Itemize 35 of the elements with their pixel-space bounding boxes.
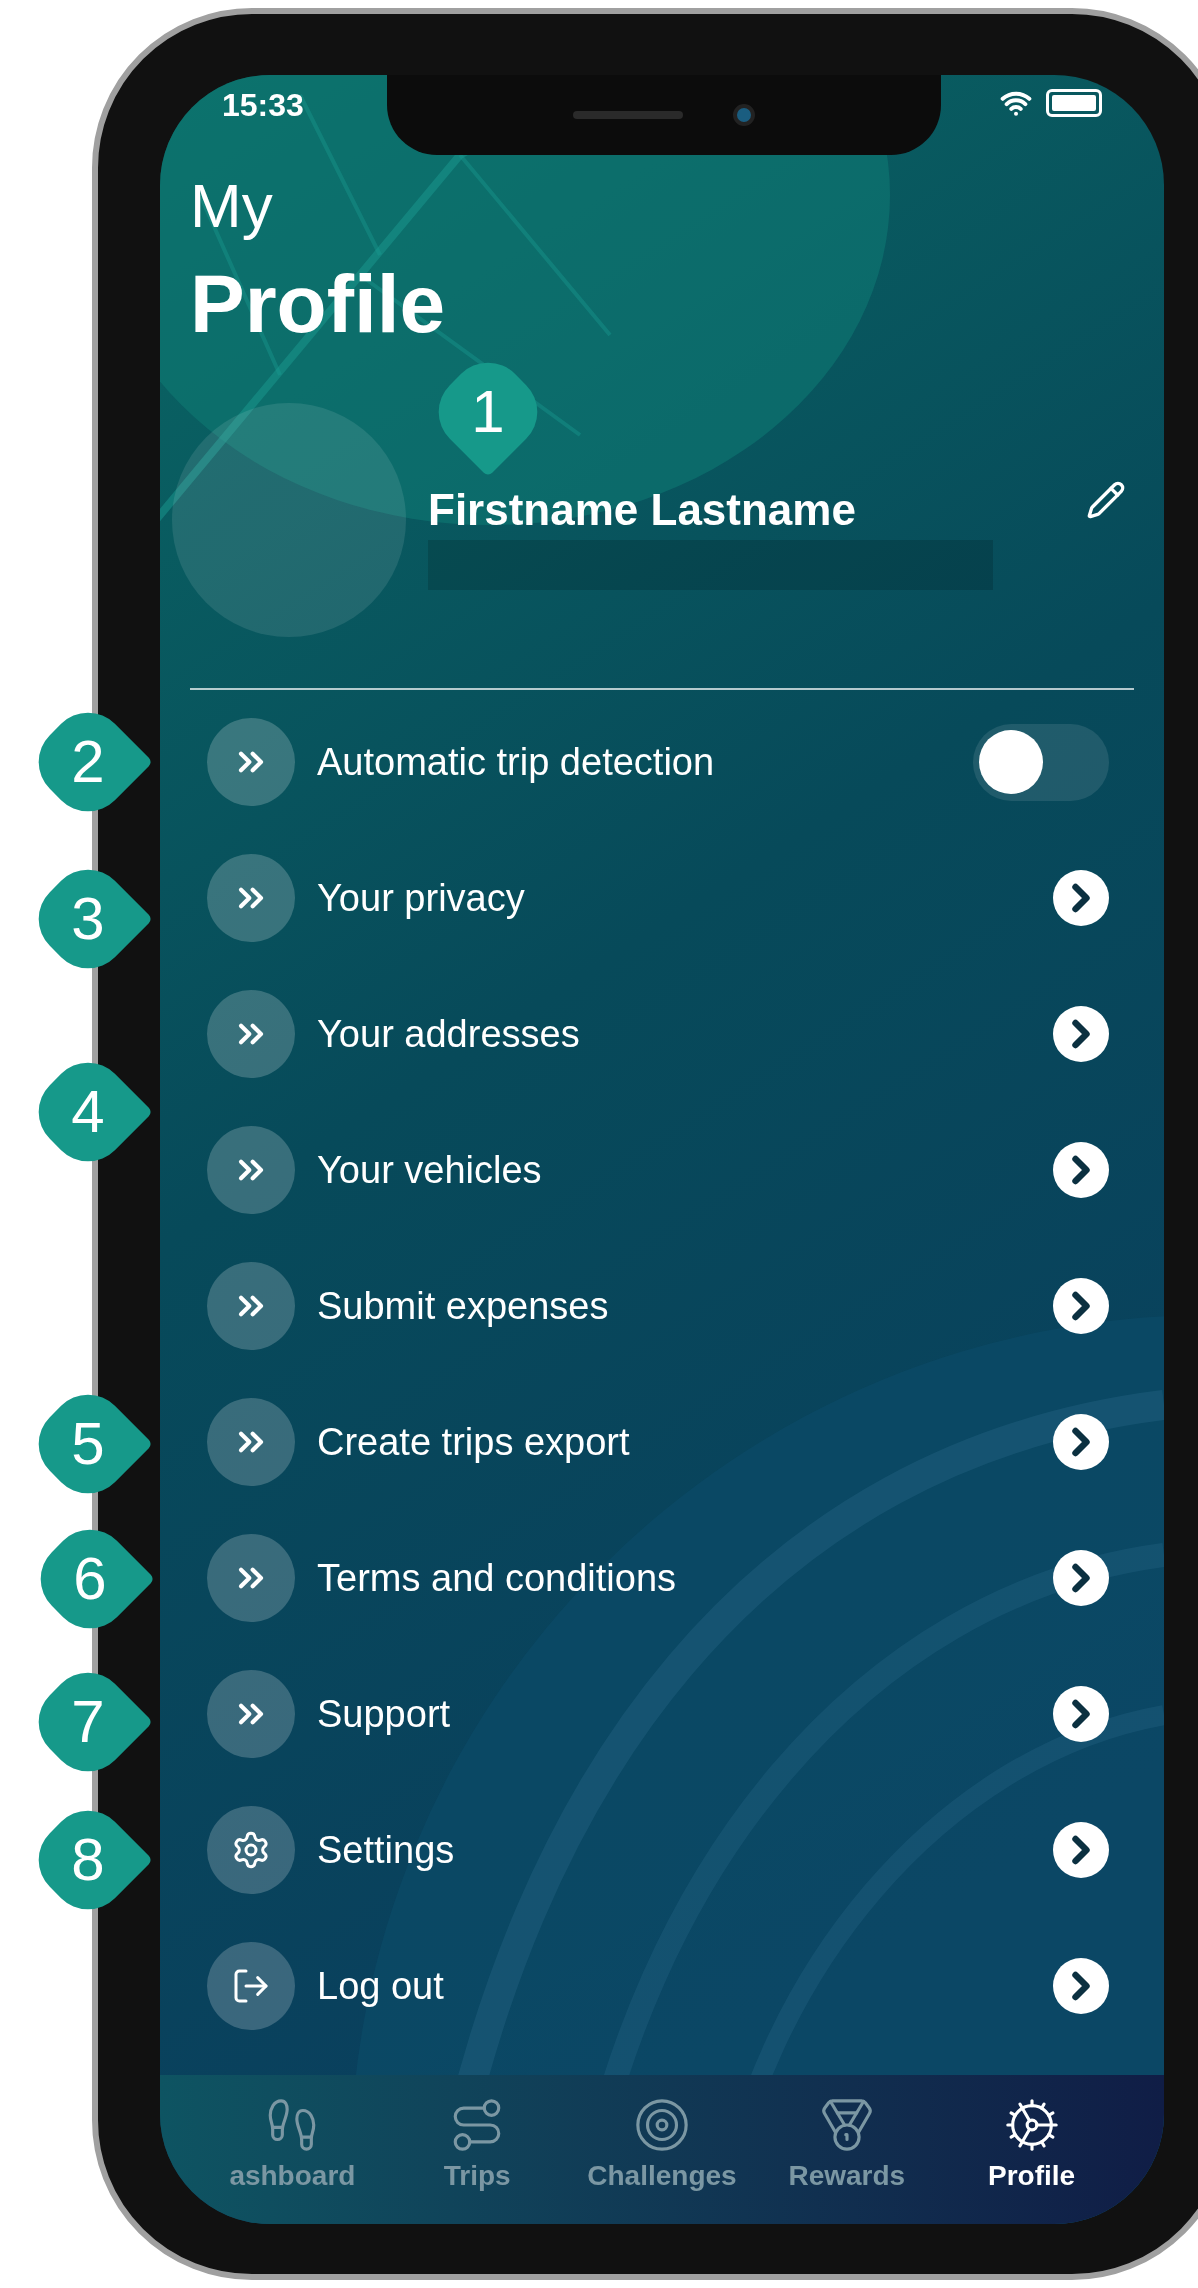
- tab[interactable]: Challenges: [587, 2095, 737, 2190]
- menu-item[interactable]: Terms and conditions: [190, 1510, 1134, 1646]
- callout-number: 4: [71, 1082, 105, 1142]
- menu-item[interactable]: Submit expenses: [190, 1238, 1134, 1374]
- menu-label: Your vehicles: [317, 1147, 542, 1193]
- callout-number: 8: [71, 1830, 105, 1890]
- menu-label: Support: [317, 1691, 451, 1737]
- menu-label: Settings: [317, 1827, 455, 1873]
- callout-number: 6: [73, 1549, 107, 1609]
- status-time: 15:33: [222, 89, 304, 121]
- callout-number: 2: [71, 732, 105, 792]
- callout-number: 7: [71, 1692, 105, 1752]
- callout-number: 1: [471, 382, 505, 442]
- menu-item[interactable]: Create trips export: [190, 1374, 1134, 1510]
- page-title: Profile: [190, 263, 447, 345]
- tab[interactable]: Rewards: [788, 2095, 906, 2190]
- menu-item[interactable]: Your addresses: [190, 966, 1134, 1102]
- callout-number: 5: [71, 1414, 105, 1474]
- menu-item[interactable]: Log out: [190, 1918, 1134, 2054]
- profile-name: Firstname Lastname: [428, 488, 857, 532]
- menu-item[interactable]: Support: [190, 1646, 1134, 1782]
- battery-icon: [1046, 89, 1102, 117]
- menu-item[interactable]: Your privacy: [190, 830, 1134, 966]
- callout-number: 3: [71, 889, 105, 949]
- menu-item[interactable]: Your vehicles: [190, 1102, 1134, 1238]
- menu-label: Terms and conditions: [317, 1555, 677, 1601]
- menu-item[interactable]: Automatic trip detection: [190, 694, 1134, 830]
- menu-label: Create trips export: [317, 1419, 630, 1465]
- menu-label: Your addresses: [317, 1011, 580, 1057]
- tab[interactable]: Profile: [988, 2095, 1076, 2190]
- menu-label: Log out: [317, 1963, 444, 2009]
- menu-label: Automatic trip detection: [317, 739, 715, 785]
- menu-item[interactable]: Settings: [190, 1782, 1134, 1918]
- menu-label: Your privacy: [317, 875, 525, 921]
- menu-label: Submit expenses: [317, 1283, 609, 1329]
